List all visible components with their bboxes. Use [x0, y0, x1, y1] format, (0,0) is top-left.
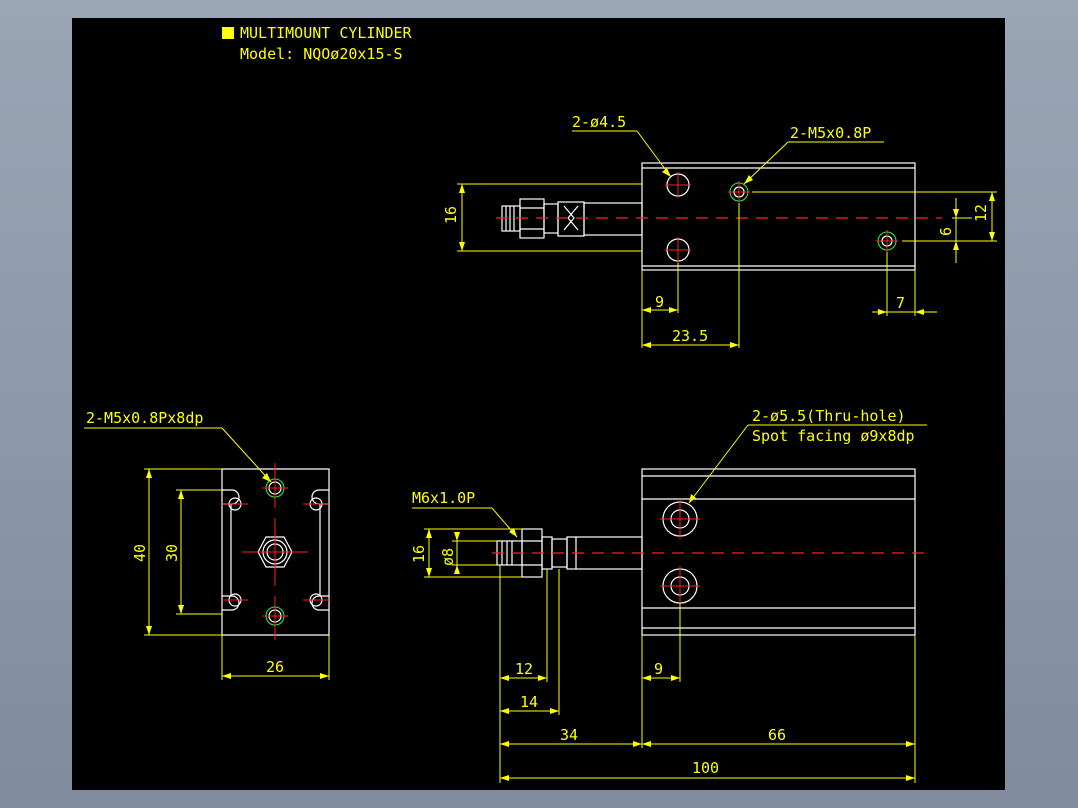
side-dim-9: 9 [654, 660, 663, 678]
top-dim-23-5: 23.5 [672, 327, 708, 345]
side-body-outline [641, 468, 916, 636]
top-hole-label: 2-ø4.5 [572, 113, 626, 131]
top-view: 16 12 6 9 7 23.5 2-ø4.5 2-M5x0.8P [442, 113, 997, 348]
top-dim-7: 7 [896, 294, 905, 312]
top-dim-16: 16 [442, 206, 460, 224]
drawing-canvas: MULTIMOUNT CYLINDER Model: NQOø20x15-S 1… [72, 18, 1005, 790]
title-marker [222, 27, 234, 39]
end-view: 40 30 26 2-M5x0.8Px8dp [84, 409, 330, 680]
side-view: 2-ø5.5(Thru-hole) Spot facing ø9x8dp M6x… [410, 407, 932, 783]
title-text: MULTIMOUNT CYLINDER [240, 24, 413, 42]
side-dim-34: 34 [560, 726, 578, 744]
side-thru-label: 2-ø5.5(Thru-hole) [752, 407, 906, 425]
end-thread-label: 2-M5x0.8Px8dp [86, 409, 203, 427]
side-dim-16: 16 [410, 545, 428, 563]
top-dim-9: 9 [655, 293, 664, 311]
side-dim-12: 12 [515, 660, 533, 678]
top-rod [583, 202, 643, 236]
end-dim-30: 30 [163, 544, 181, 562]
side-dim-66: 66 [768, 726, 786, 744]
side-dim-14: 14 [520, 693, 538, 711]
side-spot-label: Spot facing ø9x8dp [752, 427, 915, 445]
top-body-outline [641, 162, 916, 271]
model-text: Model: NQOø20x15-S [240, 45, 403, 63]
side-rod-thread-label: M6x1.0P [412, 489, 475, 507]
top-thread-label: 2-M5x0.8P [790, 124, 871, 142]
side-dim-phi8: ø8 [439, 548, 457, 566]
side-dim-100: 100 [692, 759, 719, 777]
end-dim-26: 26 [266, 658, 284, 676]
top-dim-12: 12 [972, 204, 990, 222]
cad-drawing: MULTIMOUNT CYLINDER Model: NQOø20x15-S 1… [84, 24, 997, 783]
top-dim-6: 6 [937, 227, 955, 236]
end-dim-40: 40 [131, 544, 149, 562]
